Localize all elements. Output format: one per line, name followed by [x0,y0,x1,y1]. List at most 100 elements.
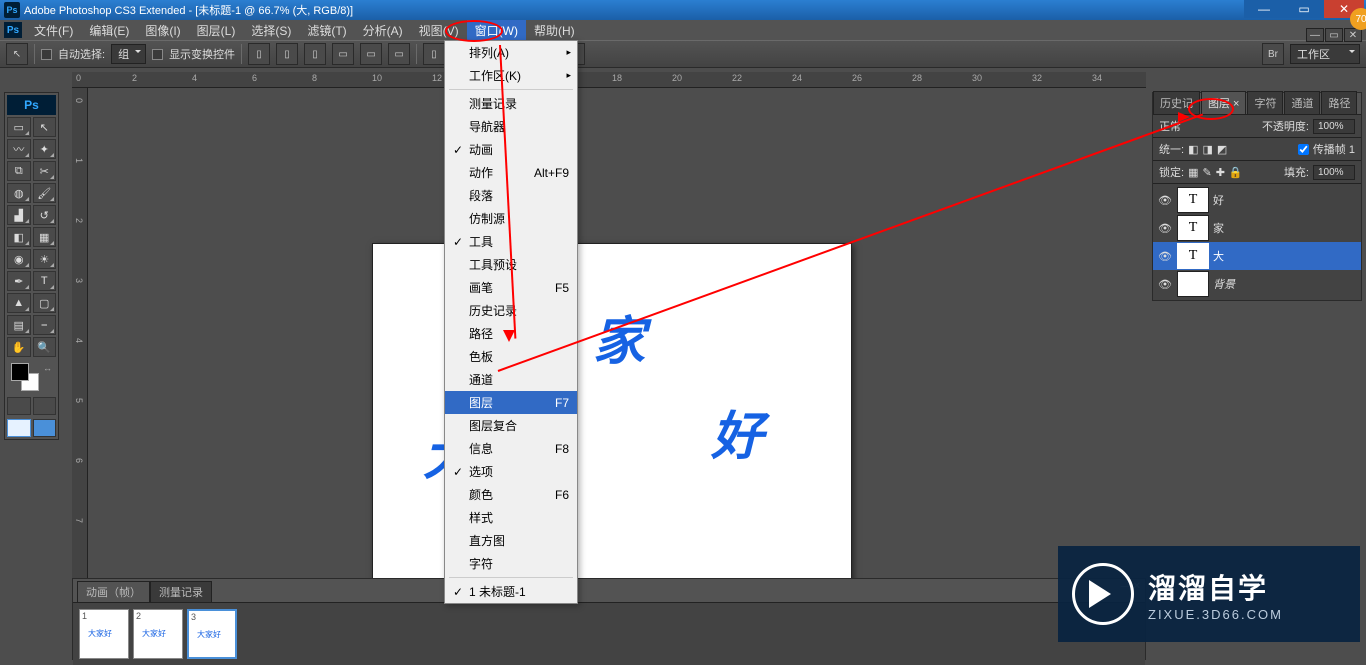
frame-3[interactable]: 3大家好 [187,609,237,659]
slice-tool[interactable]: ✂ [33,161,57,181]
menu-layers[interactable]: 图层F7 [445,391,577,414]
lock-all-icon[interactable]: 🔒 [1229,166,1243,179]
eraser-tool[interactable]: ◧ [7,227,31,247]
blend-mode-select[interactable]: 正常 [1159,118,1219,134]
align-left-icon[interactable]: ▯ [248,43,270,65]
zoom-tool[interactable]: 🔍 [33,337,57,357]
tab-measurement-log[interactable]: 测量记录 [150,581,212,602]
menu-analysis[interactable]: 分析(A) [355,20,411,41]
menu-actions[interactable]: 动作Alt+F9 [445,161,577,184]
maximize-button[interactable]: ▭ [1284,0,1324,18]
swap-colors-icon[interactable]: ↔ [43,363,53,373]
menu-measurement[interactable]: 测量记录 [445,92,577,115]
menu-tools[interactable]: ✓工具 [445,230,577,253]
menu-history[interactable]: 历史记录 [445,299,577,322]
menu-toolpresets[interactable]: 工具预设 [445,253,577,276]
path-select-tool[interactable]: ▲ [7,293,31,313]
gradient-tool[interactable]: ▦ [33,227,57,247]
standard-mode-button[interactable] [7,397,31,415]
fill-field[interactable]: 100% [1313,165,1355,180]
menu-layercomps[interactable]: 图层复合 [445,414,577,437]
menu-brushes[interactable]: 画笔F5 [445,276,577,299]
doc-min-button[interactable]: — [1306,28,1324,42]
frame-1[interactable]: 1大家好 [79,609,129,659]
lock-pixels-icon[interactable]: ✎ [1202,166,1211,179]
menu-help[interactable]: 帮助(H) [526,20,583,41]
menu-layer[interactable]: 图层(L) [189,20,244,41]
menu-character[interactable]: 字符 [445,552,577,575]
menu-select[interactable]: 选择(S) [243,20,299,41]
autoselect-target-select[interactable]: 组 [111,44,146,64]
align-top-icon[interactable]: ▭ [332,43,354,65]
visibility-toggle[interactable]: 👁 [1157,248,1173,264]
tab-paths[interactable]: 路径 [1321,91,1357,114]
menu-filter[interactable]: 滤镜(T) [299,20,354,41]
hand-tool[interactable]: ✋ [7,337,31,357]
wand-tool[interactable]: ✦ [33,139,57,159]
tab-layers[interactable]: 图层 × [1201,91,1246,114]
blur-tool[interactable]: ◉ [7,249,31,269]
menu-swatches[interactable]: 色板 [445,345,577,368]
foreground-swatch[interactable] [11,363,29,381]
heal-tool[interactable]: ◍ [7,183,31,203]
tab-animation-frames[interactable]: 动画（帧） [77,581,150,602]
move-tool[interactable]: ↖ [33,117,57,137]
screen-mode-2[interactable] [33,419,57,437]
shape-tool[interactable]: ▢ [33,293,57,313]
visibility-toggle[interactable]: 👁 [1157,220,1173,236]
tab-history[interactable]: 历史记 [1153,91,1200,114]
align-middle-v-icon[interactable]: ▭ [360,43,382,65]
align-center-h-icon[interactable]: ▯ [276,43,298,65]
menu-file[interactable]: 文件(F) [26,20,81,41]
menu-arrange[interactable]: 排列(A)▸ [445,41,577,64]
marquee-tool[interactable]: ▭ [7,117,31,137]
menu-animation[interactable]: ✓动画 [445,138,577,161]
doc-restore-button[interactable]: ▭ [1325,28,1343,42]
menu-image[interactable]: 图像(I) [137,20,188,41]
bridge-icon[interactable]: Br [1262,43,1284,65]
menu-view[interactable]: 视图(V) [411,20,467,41]
propagate-checkbox[interactable] [1298,144,1309,155]
menu-paragraph[interactable]: 段落 [445,184,577,207]
eyedrop-tool[interactable]: ⎯ [33,315,57,335]
menu-paths[interactable]: 路径 [445,322,577,345]
lock-trans-icon[interactable]: ▦ [1188,166,1198,179]
lasso-tool[interactable]: 〰 [7,139,31,159]
menu-edit[interactable]: 编辑(E) [81,20,137,41]
quickmask-button[interactable] [33,397,57,415]
brush-tool[interactable]: 🖌 [33,183,57,203]
unify-icon-1[interactable]: ◧ [1188,143,1198,156]
menu-navigator[interactable]: 导航器 [445,115,577,138]
dist-left-icon[interactable]: ▯ [423,43,445,65]
menu-info[interactable]: 信息F8 [445,437,577,460]
showtransform-checkbox[interactable] [152,49,163,60]
stamp-tool[interactable]: ▟ [7,205,31,225]
minimize-button[interactable]: — [1244,0,1284,18]
unify-icon-3[interactable]: ◩ [1217,143,1227,156]
align-bottom-icon[interactable]: ▭ [388,43,410,65]
pen-tool[interactable]: ✒ [7,271,31,291]
move-tool-icon[interactable]: ↖ [6,43,28,65]
menu-color[interactable]: 颜色F6 [445,483,577,506]
screen-mode-1[interactable] [7,419,31,437]
menu-histogram[interactable]: 直方图 [445,529,577,552]
autoselect-checkbox[interactable] [41,49,52,60]
type-tool[interactable]: T [33,271,57,291]
opacity-field[interactable]: 100% [1313,119,1355,134]
notes-tool[interactable]: ▤ [7,315,31,335]
visibility-toggle[interactable]: 👁 [1157,192,1173,208]
lock-pos-icon[interactable]: ✚ [1216,166,1225,179]
crop-tool[interactable]: ⧉ [7,161,31,181]
menu-styles[interactable]: 样式 [445,506,577,529]
visibility-toggle[interactable]: 👁 [1157,276,1173,292]
layer-row-1[interactable]: 👁 T 好 [1153,186,1361,214]
layer-row-3[interactable]: 👁 T 大 [1153,242,1361,270]
menu-workspace-sub[interactable]: 工作区(K)▸ [445,64,577,87]
layer-row-2[interactable]: 👁 T 家 [1153,214,1361,242]
menu-window[interactable]: 窗口(W) [467,20,526,41]
unify-icon-2[interactable]: ◨ [1202,143,1212,156]
dodge-tool[interactable]: ☀ [33,249,57,269]
align-right-icon[interactable]: ▯ [304,43,326,65]
menu-doc-1[interactable]: ✓1 未标题-1 [445,580,577,603]
menu-options[interactable]: ✓选项 [445,460,577,483]
